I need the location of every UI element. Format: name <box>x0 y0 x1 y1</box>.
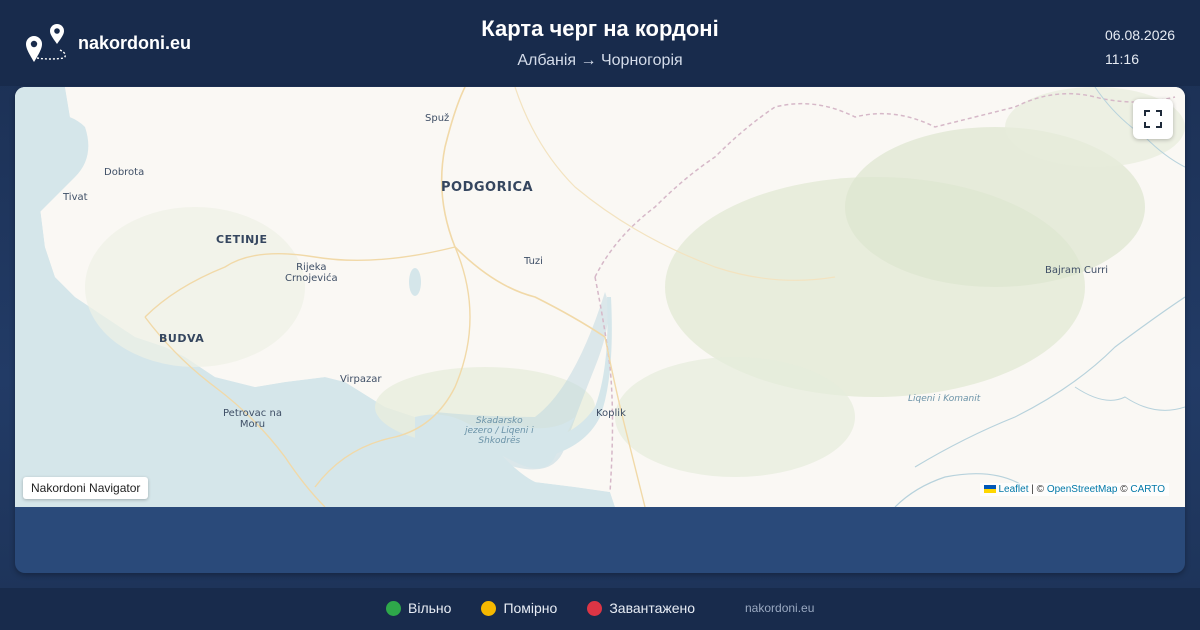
legend-item-free: Вільно <box>386 600 451 616</box>
datetime: 06.08.2026 11:16 <box>1105 23 1175 71</box>
place-cetinje: CETINJE <box>216 233 268 246</box>
place-dobrota: Dobrota <box>104 167 145 178</box>
map-card: Spuž PODGORICA Dobrota Tivat CETINJE Rij… <box>15 87 1185 573</box>
place-virpazar: Virpazar <box>340 374 382 385</box>
map-tiles <box>15 87 1185 507</box>
legend-item-busy: Завантажено <box>587 600 695 616</box>
place-koplik: Koplik <box>596 408 626 419</box>
title-block: Карта черг на кордоні Албанія → Чорногор… <box>0 16 1200 70</box>
leaflet-link[interactable]: Leaflet <box>998 484 1028 495</box>
place-spuz: Spuž <box>425 113 450 124</box>
status-dot-yellow <box>481 600 497 616</box>
route-subtitle: Албанія → Чорногорія <box>517 52 683 69</box>
legend-label: Завантажено <box>609 600 696 616</box>
place-liqeni-i-komanit: Liqeni i Komanit <box>908 394 981 404</box>
place-tivat: Tivat <box>63 192 88 203</box>
fullscreen-icon <box>1144 110 1162 128</box>
attribution-separator: | © <box>1028 484 1047 495</box>
ukraine-flag-icon <box>984 485 997 494</box>
attribution-separator: © <box>1117 484 1131 495</box>
place-podgorica: PODGORICA <box>441 180 534 195</box>
time: 11:16 <box>1105 51 1139 67</box>
header: nakordoni.eu Карта черг на кордоні Албан… <box>0 0 1200 86</box>
place-tuzi: Tuzi <box>524 256 543 267</box>
place-bajram-curri: Bajram Curri <box>1045 265 1109 276</box>
place-skadarsko-jezero: Skadarsko jezero / Liqeni i Shkodrës <box>465 416 534 446</box>
osm-link[interactable]: OpenStreetMap <box>1047 484 1118 495</box>
page-title: Карта черг на кордоні <box>481 16 719 41</box>
map[interactable]: Spuž PODGORICA Dobrota Tivat CETINJE Rij… <box>15 87 1185 507</box>
map-attribution: Leaflet | © OpenStreetMap © CARTO <box>980 483 1169 496</box>
fullscreen-button[interactable] <box>1133 99 1173 139</box>
place-budva: BUDVA <box>159 332 205 345</box>
date: 06.08.2026 <box>1105 27 1176 43</box>
place-rijeka-crnojevica: Rijeka Crnojevića <box>285 262 338 284</box>
legend: Вільно Помірно Завантажено <box>386 600 725 616</box>
legend-label: Вільно <box>408 600 452 616</box>
navigator-label[interactable]: Nakordoni Navigator <box>23 477 149 499</box>
status-dot-red <box>587 600 603 616</box>
carto-link[interactable]: CARTO <box>1130 484 1165 495</box>
footer: Вільно Помірно Завантажено nakordoni.eu <box>0 588 1200 630</box>
legend-label: Помірно <box>503 600 558 616</box>
footer-site: nakordoni.eu <box>745 601 815 615</box>
place-petrovac-na-moru: Petrovac na Moru <box>223 408 282 430</box>
legend-item-moderate: Помірно <box>481 600 557 616</box>
status-dot-green <box>386 600 401 616</box>
